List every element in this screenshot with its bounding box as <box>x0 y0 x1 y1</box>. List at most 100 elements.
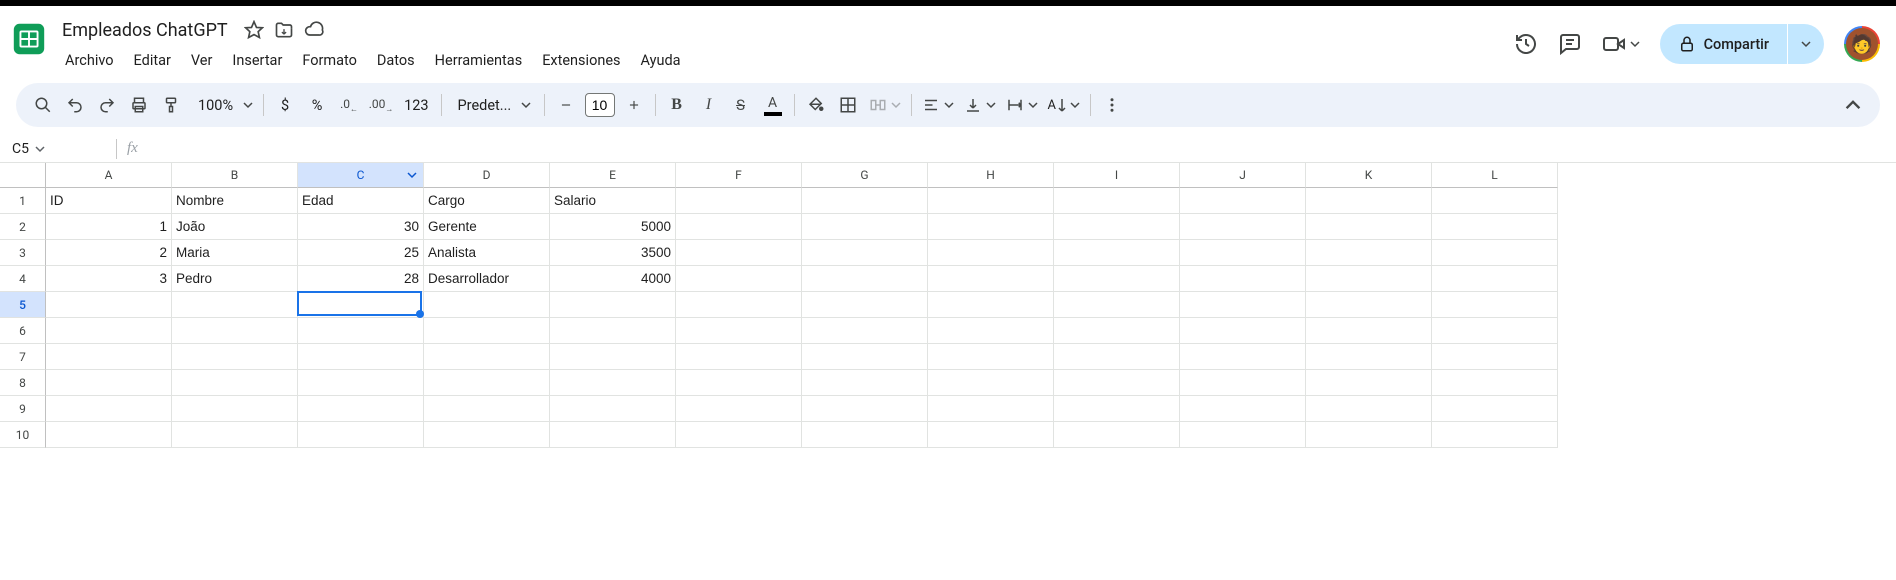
row-header[interactable]: 3 <box>0 240 46 266</box>
menu-tools[interactable]: Herramientas <box>426 48 532 73</box>
cell[interactable] <box>1054 240 1180 266</box>
cell[interactable] <box>1180 214 1306 240</box>
cell[interactable] <box>1306 344 1432 370</box>
search-menus-button[interactable] <box>28 90 58 120</box>
column-header[interactable]: K <box>1306 163 1432 188</box>
bold-button[interactable]: B <box>662 90 692 120</box>
row-header[interactable]: 7 <box>0 344 46 370</box>
cell[interactable] <box>1054 292 1180 318</box>
cell[interactable] <box>46 396 172 422</box>
italic-button[interactable]: I <box>694 90 724 120</box>
cell[interactable] <box>298 370 424 396</box>
cell[interactable] <box>676 344 802 370</box>
column-header[interactable]: E <box>550 163 676 188</box>
cell[interactable] <box>928 370 1054 396</box>
account-avatar[interactable]: 🧑 <box>1844 26 1880 62</box>
cell[interactable]: Salario <box>550 188 676 214</box>
cell[interactable] <box>928 266 1054 292</box>
cell[interactable]: Nombre <box>172 188 298 214</box>
zoom-select[interactable]: 100% <box>188 97 257 114</box>
undo-button[interactable] <box>60 90 90 120</box>
cell[interactable] <box>1432 422 1558 448</box>
increase-font-size-button[interactable] <box>619 90 649 120</box>
cell[interactable] <box>550 370 676 396</box>
cell[interactable] <box>802 214 928 240</box>
cell[interactable] <box>1432 292 1558 318</box>
chevron-down-icon[interactable] <box>407 170 417 180</box>
text-color-button[interactable]: A <box>758 90 788 120</box>
cell[interactable] <box>1432 370 1558 396</box>
cell[interactable]: 3 <box>46 266 172 292</box>
text-wrap-button[interactable] <box>1002 96 1042 114</box>
text-rotation-button[interactable]: A <box>1044 98 1084 113</box>
share-button[interactable]: Compartir <box>1660 24 1787 64</box>
percent-button[interactable]: % <box>302 90 332 120</box>
cell[interactable] <box>1180 422 1306 448</box>
column-header[interactable]: C <box>298 163 424 188</box>
cell[interactable] <box>298 422 424 448</box>
cell[interactable] <box>46 422 172 448</box>
cloud-status-icon[interactable] <box>304 20 324 40</box>
cell[interactable] <box>298 344 424 370</box>
cell[interactable] <box>676 188 802 214</box>
strikethrough-button[interactable]: S <box>726 90 756 120</box>
menu-extensions[interactable]: Extensiones <box>533 48 629 73</box>
cell[interactable] <box>424 292 550 318</box>
row-header[interactable]: 8 <box>0 370 46 396</box>
cell[interactable] <box>676 240 802 266</box>
cell[interactable] <box>802 188 928 214</box>
merge-cells-button[interactable] <box>865 96 905 114</box>
cell[interactable] <box>802 396 928 422</box>
cell[interactable]: 25 <box>298 240 424 266</box>
cell[interactable]: 2 <box>46 240 172 266</box>
cell[interactable] <box>1306 188 1432 214</box>
more-toolbar-button[interactable] <box>1097 90 1127 120</box>
cell[interactable] <box>1306 214 1432 240</box>
cell[interactable]: Desarrollador <box>424 266 550 292</box>
cell[interactable] <box>1432 396 1558 422</box>
cell[interactable]: Maria <box>172 240 298 266</box>
cell[interactable] <box>1180 344 1306 370</box>
cell[interactable] <box>676 266 802 292</box>
name-box[interactable]: C5 <box>6 141 106 157</box>
cell[interactable] <box>928 318 1054 344</box>
cell[interactable]: 28 <box>298 266 424 292</box>
menu-file[interactable]: Archivo <box>56 48 123 73</box>
cell[interactable]: Analista <box>424 240 550 266</box>
cell[interactable] <box>802 292 928 318</box>
cell[interactable] <box>1306 422 1432 448</box>
vertical-align-button[interactable] <box>960 96 1000 114</box>
comment-icon[interactable] <box>1558 32 1582 56</box>
cell[interactable] <box>1306 266 1432 292</box>
column-header[interactable]: A <box>46 163 172 188</box>
row-header[interactable]: 4 <box>0 266 46 292</box>
cell[interactable] <box>802 318 928 344</box>
cell[interactable] <box>1180 292 1306 318</box>
cell[interactable]: Pedro <box>172 266 298 292</box>
column-header[interactable]: H <box>928 163 1054 188</box>
cell[interactable] <box>1180 396 1306 422</box>
cell[interactable]: Cargo <box>424 188 550 214</box>
cell[interactable] <box>928 188 1054 214</box>
cell[interactable] <box>1306 240 1432 266</box>
column-header[interactable]: G <box>802 163 928 188</box>
cell[interactable] <box>928 396 1054 422</box>
menu-data[interactable]: Datos <box>368 48 424 73</box>
cell[interactable] <box>298 292 424 318</box>
cell[interactable] <box>1306 292 1432 318</box>
borders-button[interactable] <box>833 90 863 120</box>
cell[interactable] <box>550 396 676 422</box>
cell[interactable] <box>1180 240 1306 266</box>
menu-format[interactable]: Formato <box>293 48 366 73</box>
cell[interactable] <box>424 370 550 396</box>
cell[interactable] <box>1306 370 1432 396</box>
cell[interactable] <box>928 422 1054 448</box>
cell[interactable] <box>676 318 802 344</box>
cell[interactable] <box>1180 266 1306 292</box>
cell[interactable] <box>424 396 550 422</box>
cell[interactable] <box>1054 318 1180 344</box>
cell[interactable] <box>172 422 298 448</box>
row-header[interactable]: 10 <box>0 422 46 448</box>
cell[interactable] <box>1180 318 1306 344</box>
cell[interactable] <box>802 422 928 448</box>
